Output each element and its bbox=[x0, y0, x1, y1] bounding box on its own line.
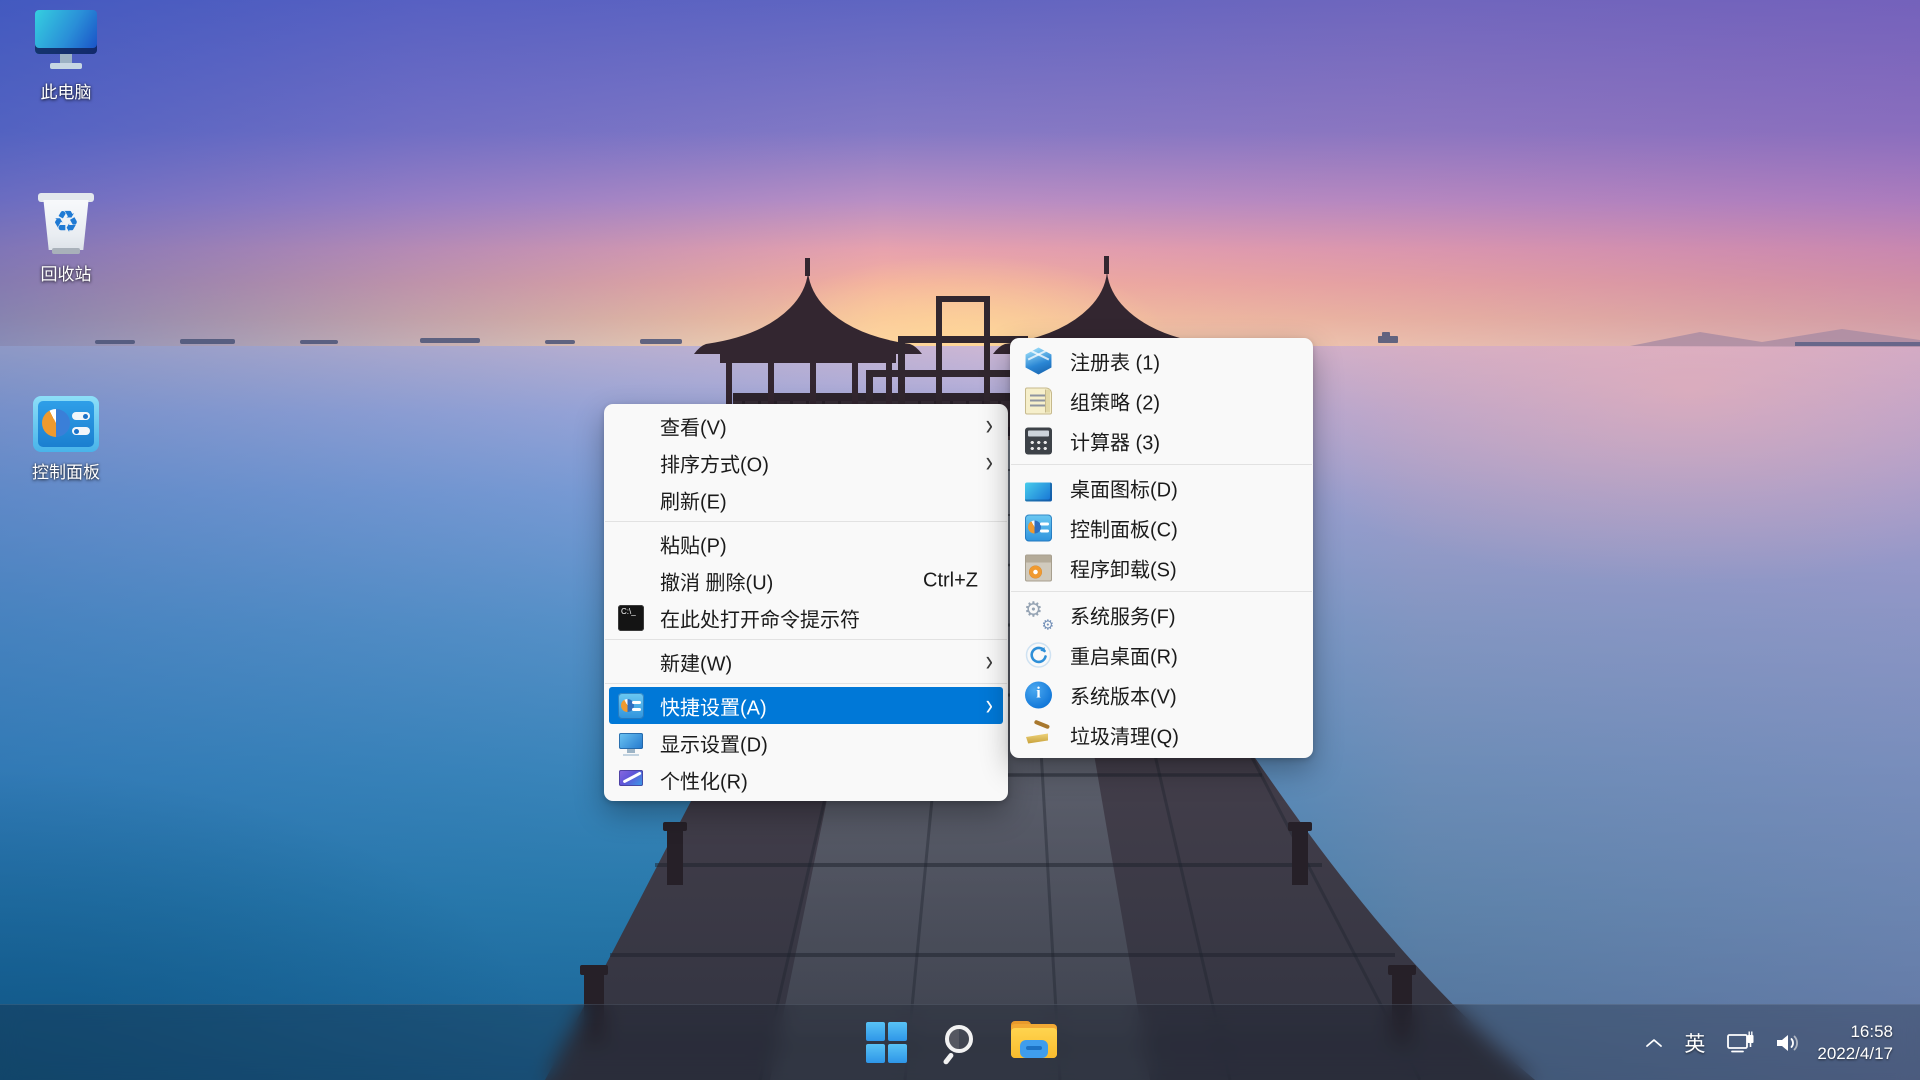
control-panel-icon bbox=[33, 396, 99, 452]
menu-item-new[interactable]: 新建(W) › bbox=[609, 643, 1003, 680]
search-icon bbox=[940, 1023, 980, 1063]
desktop-icon-control-panel[interactable]: 控制面板 bbox=[18, 396, 114, 483]
chevron-right-icon: › bbox=[986, 407, 993, 442]
clock-date: 2022/4/17 bbox=[1817, 1043, 1893, 1065]
restart-icon bbox=[1025, 642, 1052, 669]
menu-item-label: 组策略 (2) bbox=[1070, 387, 1160, 416]
recycle-symbol-icon: ♻ bbox=[32, 206, 100, 240]
menu-item-label: 计算器 (3) bbox=[1070, 427, 1160, 456]
desktop-icons-icon bbox=[1025, 483, 1052, 502]
submenu-item-restart-desktop[interactable]: 重启桌面(R) bbox=[1015, 635, 1308, 675]
menu-separator bbox=[1011, 464, 1312, 465]
clock-time: 16:58 bbox=[1817, 1021, 1893, 1043]
desktop-icon-this-pc[interactable]: 此电脑 bbox=[18, 8, 114, 103]
submenu-item-services[interactable]: ⚙⚙ 系统服务(F) bbox=[1015, 595, 1308, 635]
menu-separator bbox=[605, 683, 1007, 684]
menu-item-sort-by[interactable]: 排序方式(O) › bbox=[609, 444, 1003, 481]
menu-item-shortcut: Ctrl+Z bbox=[923, 569, 978, 592]
submenu-item-group-policy[interactable]: 组策略 (2) bbox=[1015, 381, 1308, 421]
quick-settings-icon bbox=[618, 693, 644, 719]
menu-item-label: 系统版本(V) bbox=[1070, 681, 1177, 710]
taskbar-center-icons bbox=[858, 1005, 1062, 1080]
chevron-right-icon: › bbox=[986, 643, 993, 678]
menu-item-label: 程序卸载(S) bbox=[1070, 554, 1177, 583]
volume-button[interactable] bbox=[1765, 1015, 1811, 1071]
menu-item-label: 个性化(R) bbox=[660, 765, 748, 794]
file-explorer-button[interactable] bbox=[1006, 1015, 1062, 1071]
this-pc-icon bbox=[32, 8, 100, 72]
recycle-bin-icon: ♻ bbox=[32, 190, 100, 254]
menu-item-label: 注册表 (1) bbox=[1070, 347, 1160, 376]
menu-item-undo-delete[interactable]: 撤消 删除(U) Ctrl+Z bbox=[609, 562, 1003, 599]
menu-item-refresh[interactable]: 刷新(E) bbox=[609, 481, 1003, 518]
menu-item-label: 垃圾清理(Q) bbox=[1070, 721, 1179, 750]
chevron-right-icon: › bbox=[986, 444, 993, 479]
speaker-icon bbox=[1774, 1031, 1802, 1055]
menu-item-label: 在此处打开命令提示符 bbox=[660, 603, 860, 632]
group-policy-icon bbox=[1025, 388, 1052, 415]
taskbar: 英 16:58 2022/4/17 bbox=[0, 1004, 1920, 1080]
personalize-icon bbox=[618, 767, 644, 793]
quick-settings-submenu: 注册表 (1) 组策略 (2) 计算器 (3) 桌面图标(D) 控制面板(C) … bbox=[1010, 338, 1313, 758]
desktop-icon-recycle-bin[interactable]: ♻ 回收站 bbox=[18, 190, 114, 285]
submenu-item-registry[interactable]: 注册表 (1) bbox=[1015, 341, 1308, 381]
menu-item-label: 控制面板(C) bbox=[1070, 514, 1178, 543]
broom-icon bbox=[1025, 722, 1052, 749]
menu-separator bbox=[605, 639, 1007, 640]
menu-item-label: 新建(W) bbox=[660, 647, 732, 676]
desktop-icon-label: 此电脑 bbox=[18, 78, 114, 103]
start-button[interactable] bbox=[858, 1015, 914, 1071]
menu-item-display-settings[interactable]: 显示设置(D) bbox=[609, 724, 1003, 761]
uninstall-icon bbox=[1025, 555, 1052, 582]
menu-item-paste[interactable]: 粘贴(P) bbox=[609, 525, 1003, 562]
menu-item-label: 显示设置(D) bbox=[660, 728, 768, 757]
desktop-icon-label: 控制面板 bbox=[18, 458, 114, 483]
ime-language-indicator[interactable]: 英 bbox=[1672, 1015, 1717, 1071]
menu-item-label: 桌面图标(D) bbox=[1070, 474, 1178, 503]
services-gears-icon: ⚙⚙ bbox=[1025, 602, 1052, 629]
control-panel-icon bbox=[1025, 515, 1052, 542]
menu-item-label: 刷新(E) bbox=[660, 485, 727, 514]
calculator-icon bbox=[1025, 428, 1052, 455]
chevron-up-icon bbox=[1645, 1038, 1663, 1048]
folder-icon bbox=[1011, 1024, 1057, 1062]
menu-separator bbox=[605, 521, 1007, 522]
registry-icon bbox=[1025, 348, 1052, 375]
windows-logo-icon bbox=[866, 1022, 907, 1063]
menu-item-label: 重启桌面(R) bbox=[1070, 641, 1178, 670]
submenu-item-uninstall[interactable]: 程序卸载(S) bbox=[1015, 548, 1308, 588]
desktop-icon-label: 回收站 bbox=[18, 260, 114, 285]
menu-item-open-command-prompt[interactable]: C:\_ 在此处打开命令提示符 bbox=[609, 599, 1003, 636]
submenu-item-cleanup[interactable]: 垃圾清理(Q) bbox=[1015, 715, 1308, 755]
display-settings-icon bbox=[618, 730, 644, 756]
menu-item-label: 粘贴(P) bbox=[660, 529, 727, 558]
menu-item-label: 撤消 删除(U) bbox=[660, 566, 773, 595]
menu-item-personalize[interactable]: 个性化(R) bbox=[609, 761, 1003, 798]
command-prompt-icon: C:\_ bbox=[618, 605, 644, 631]
taskbar-clock[interactable]: 16:58 2022/4/17 bbox=[1817, 1021, 1893, 1065]
menu-item-quick-settings[interactable]: 快捷设置(A) › bbox=[609, 687, 1003, 724]
show-hidden-icons-button[interactable] bbox=[1636, 1015, 1672, 1071]
menu-separator bbox=[1011, 591, 1312, 592]
info-icon: i bbox=[1025, 682, 1052, 709]
network-ethernet-icon bbox=[1726, 1030, 1756, 1056]
menu-item-label: 快捷设置(A) bbox=[660, 691, 767, 720]
menu-item-label: 排序方式(O) bbox=[660, 448, 769, 477]
network-button[interactable] bbox=[1717, 1015, 1765, 1071]
submenu-item-control-panel[interactable]: 控制面板(C) bbox=[1015, 508, 1308, 548]
menu-item-view[interactable]: 查看(V) › bbox=[609, 407, 1003, 444]
desktop-context-menu: 查看(V) › 排序方式(O) › 刷新(E) 粘贴(P) 撤消 删除(U) C… bbox=[604, 404, 1008, 801]
submenu-item-calculator[interactable]: 计算器 (3) bbox=[1015, 421, 1308, 461]
submenu-item-system-version[interactable]: i 系统版本(V) bbox=[1015, 675, 1308, 715]
chevron-right-icon: › bbox=[986, 687, 993, 722]
taskbar-tray: 英 16:58 2022/4/17 bbox=[1636, 1005, 1920, 1080]
submenu-item-desktop-icons[interactable]: 桌面图标(D) bbox=[1015, 468, 1308, 508]
menu-item-label: 系统服务(F) bbox=[1070, 601, 1176, 630]
menu-item-label: 查看(V) bbox=[660, 411, 727, 440]
search-button[interactable] bbox=[932, 1015, 988, 1071]
